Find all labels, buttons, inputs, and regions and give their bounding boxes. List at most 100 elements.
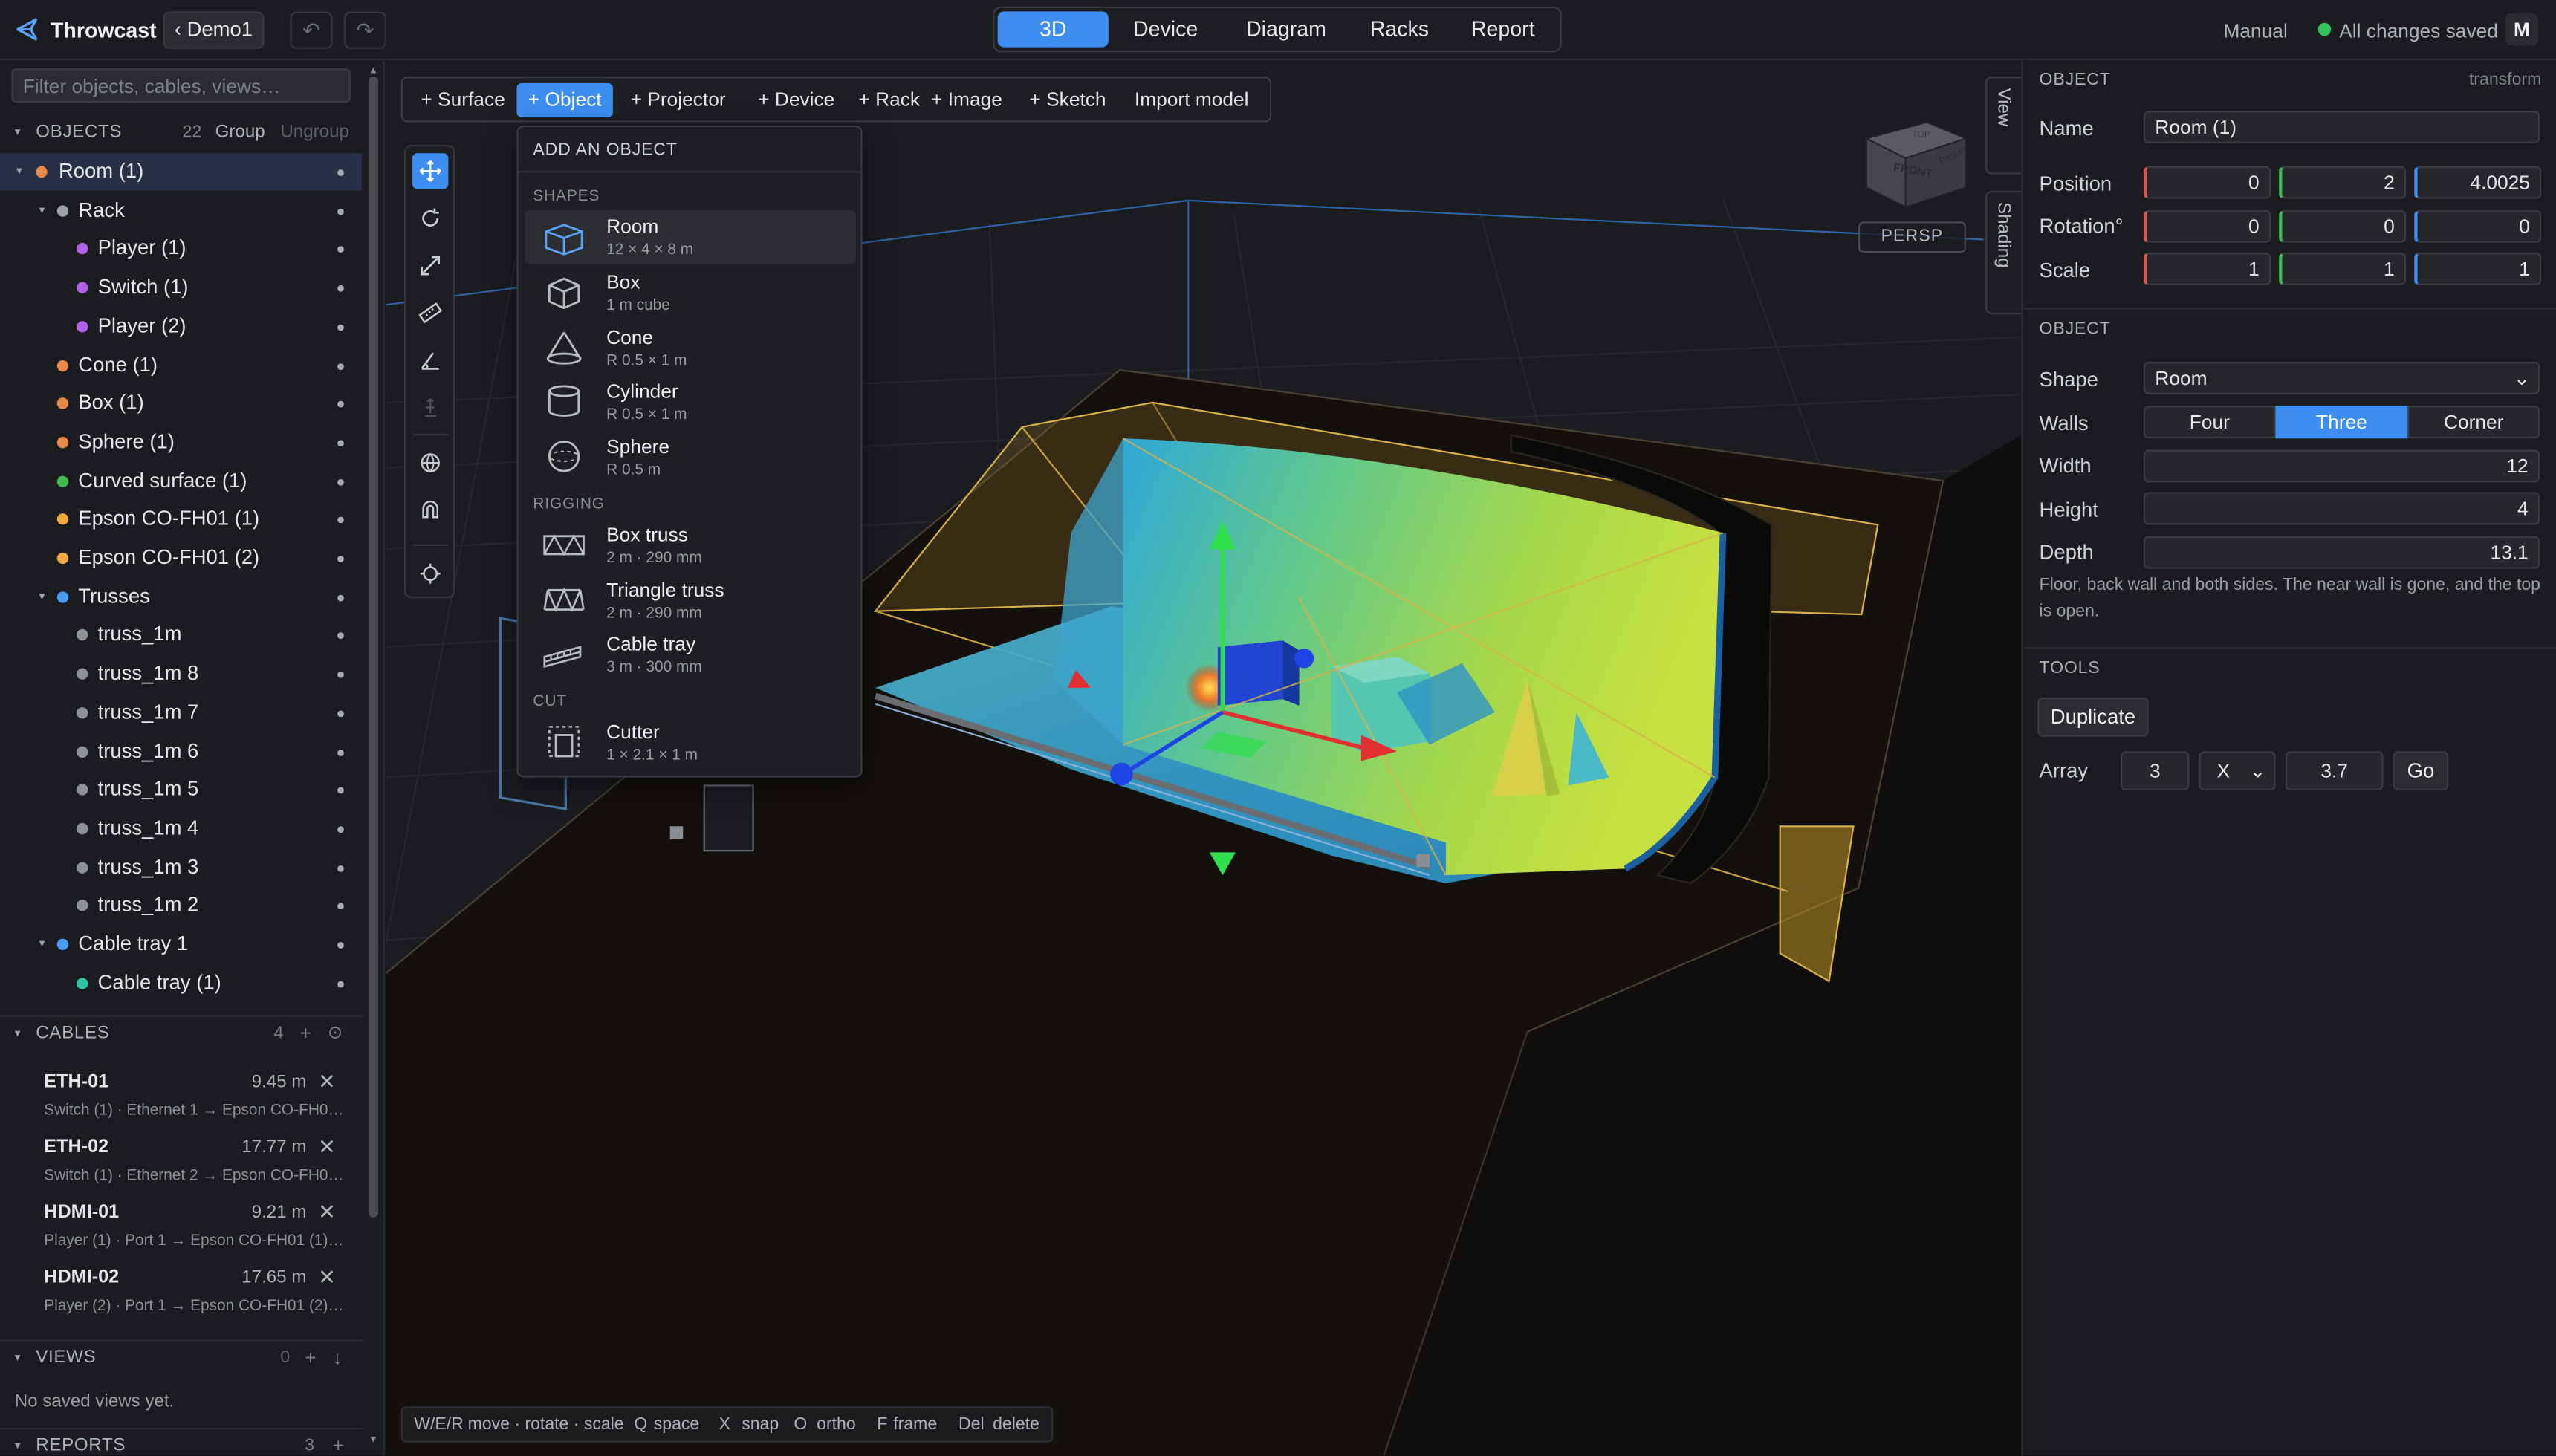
projection-toggle[interactable]: PERSP [1858, 221, 1966, 253]
visibility-icon[interactable] [337, 672, 344, 678]
add-sketch-button[interactable]: + Sketch [1012, 83, 1123, 117]
tree-item[interactable]: truss_1m 2 [0, 887, 362, 924]
remove-cable-icon[interactable]: ✕ [318, 1264, 336, 1290]
height-field[interactable]: 4 [2143, 492, 2540, 525]
collapse-icon[interactable]: ▾ [15, 1439, 21, 1452]
view-panel-tab[interactable]: View [1985, 77, 2022, 175]
scale-tool[interactable] [412, 247, 448, 283]
tree-item[interactable]: truss_1m 7 [0, 694, 362, 731]
project-switcher-button[interactable]: ‹ Demo1 [163, 11, 265, 49]
tree-item[interactable]: truss_1m 6 [0, 732, 362, 770]
visibility-icon[interactable] [337, 247, 344, 253]
tree-item[interactable]: Player (1) [0, 230, 362, 267]
cable-row[interactable]: ETH-01 9.45 m ✕ Switch (1) · Ethernet 1 → E… [0, 1069, 362, 1134]
tree-item[interactable]: Player (2) [0, 308, 362, 345]
walls-option-four[interactable]: Four [2143, 406, 2276, 439]
add-object-button[interactable]: + Object [516, 82, 613, 117]
reports-section-header[interactable]: ▾ REPORTS 3 + [0, 1429, 362, 1456]
menu-item-cable-tray[interactable]: Cable tray 3 m · 300 mm [525, 628, 855, 681]
tab-diagram[interactable]: Diagram [1225, 11, 1349, 47]
angle-tool[interactable] [412, 342, 448, 378]
remove-cable-icon[interactable]: ✕ [318, 1069, 336, 1095]
tree-item[interactable]: ▾ Trusses [0, 578, 362, 615]
tab-report[interactable]: Report [1449, 11, 1557, 47]
tab-device[interactable]: Device [1110, 11, 1221, 47]
add-projector-button[interactable]: + Projector [620, 83, 737, 117]
menu-item-cylinder[interactable]: Cylinder R 0.5 × 1 m [525, 375, 855, 429]
menu-item-box-truss[interactable]: Box truss 2 m · 290 mm [525, 519, 855, 572]
focus-tool[interactable] [412, 556, 448, 591]
expand-icon[interactable]: ▾ [39, 937, 45, 950]
shape-select[interactable]: Room ⌄ [2143, 362, 2540, 394]
filter-input[interactable] [11, 68, 351, 103]
menu-item-box[interactable]: Box 1 m cube [525, 266, 855, 319]
visibility-icon[interactable] [337, 285, 344, 292]
tree-item[interactable]: Cone (1) [0, 346, 362, 383]
rotation-z-field[interactable]: 0 [2414, 210, 2542, 243]
visibility-icon[interactable] [337, 517, 344, 524]
duplicate-button[interactable]: Duplicate [2037, 697, 2149, 737]
remove-cable-icon[interactable]: ✕ [318, 1134, 336, 1160]
visibility-icon[interactable] [337, 787, 344, 794]
expand-icon[interactable]: ▾ [39, 589, 45, 602]
visibility-icon[interactable] [337, 440, 344, 446]
scale-y-field[interactable]: 1 [2279, 253, 2407, 285]
add-importmodel-button[interactable]: Import model [1129, 83, 1253, 117]
walls-option-three[interactable]: Three [2275, 406, 2408, 439]
download-icon[interactable]: ↓ [333, 1346, 343, 1369]
add-image-button[interactable]: + Image [927, 83, 1005, 117]
move-tool[interactable] [412, 153, 449, 189]
cable-row[interactable]: HDMI-01 9.21 m ✕ Player (1) · Port 1 → Epso… [0, 1200, 362, 1265]
collapse-icon[interactable]: ▾ [15, 1027, 21, 1039]
tree-item[interactable]: truss_1m 3 [0, 848, 362, 885]
tree-item[interactable]: truss_1m 4 [0, 810, 362, 847]
visibility-icon[interactable] [337, 981, 344, 987]
tree-item[interactable]: Sphere (1) [0, 423, 362, 461]
scroll-up-icon[interactable]: ▲ [367, 67, 380, 77]
add-device-button[interactable]: + Device [743, 83, 849, 117]
target-icon[interactable]: ⊙ [328, 1022, 343, 1043]
visibility-icon[interactable] [337, 865, 344, 871]
tree-item[interactable]: Box (1) [0, 385, 362, 422]
array-axis-select[interactable]: X ⌄ [2199, 751, 2276, 791]
array-count-field[interactable]: 3 [2121, 751, 2190, 791]
visibility-icon[interactable] [337, 903, 344, 910]
menu-item-room[interactable]: Room 12 × 4 × 8 m [525, 210, 856, 264]
tree-item[interactable]: Cable tray (1) [0, 964, 362, 1001]
visibility-icon[interactable] [337, 324, 344, 331]
position-x-field[interactable]: 0 [2143, 166, 2271, 199]
visibility-icon[interactable] [337, 208, 344, 215]
cable-row[interactable]: HDMI-02 17.65 m ✕ Player (2) · Port 1 → Eps… [0, 1264, 362, 1330]
views-section-header[interactable]: ▾ VIEWS 0 + ↓ [0, 1342, 362, 1377]
visibility-icon[interactable] [337, 169, 344, 176]
3d-viewport[interactable]: + Surface + Object + Projector + Device + Ra… [386, 60, 2022, 1456]
add-rack-button[interactable]: + Rack [856, 83, 923, 117]
visibility-icon[interactable] [337, 633, 344, 640]
tree-item[interactable]: Switch (1) [0, 269, 362, 306]
rotation-x-field[interactable]: 0 [2143, 210, 2271, 243]
remove-cable-icon[interactable]: ✕ [318, 1200, 336, 1226]
scroll-down-icon[interactable]: ▼ [367, 1436, 380, 1446]
add-view-button[interactable]: + [305, 1346, 316, 1369]
add-surface-button[interactable]: + Surface [414, 83, 512, 117]
scrollbar-thumb[interactable] [368, 77, 378, 1218]
depth-field[interactable]: 13.1 [2143, 536, 2540, 569]
tree-item[interactable]: truss_1m 5 [0, 771, 362, 808]
tree-item[interactable]: ▾ Room (1) [0, 153, 363, 191]
walls-option-corner[interactable]: Corner [2407, 406, 2540, 439]
array-spacing-field[interactable]: 3.7 [2285, 751, 2384, 791]
cable-row[interactable]: ETH-02 17.77 m ✕ Switch (1) · Ethernet 2 → … [0, 1134, 362, 1200]
group-button[interactable]: Group [215, 123, 265, 142]
mode-label[interactable]: Manual [2223, 19, 2287, 42]
redo-button[interactable]: ↷ [343, 11, 386, 49]
visibility-icon[interactable] [337, 556, 344, 562]
position-y-field[interactable]: 2 [2279, 166, 2407, 199]
scale-x-field[interactable]: 1 [2143, 253, 2271, 285]
rotate-tool[interactable] [412, 201, 448, 236]
undo-button[interactable]: ↶ [290, 11, 333, 49]
name-field[interactable]: Room (1) [2143, 111, 2540, 144]
tree-item[interactable]: Epson CO-FH01 (2) [0, 539, 362, 576]
visibility-icon[interactable] [337, 363, 344, 369]
measure-tool[interactable] [412, 295, 448, 331]
tab-3d[interactable]: 3D [997, 11, 1109, 48]
